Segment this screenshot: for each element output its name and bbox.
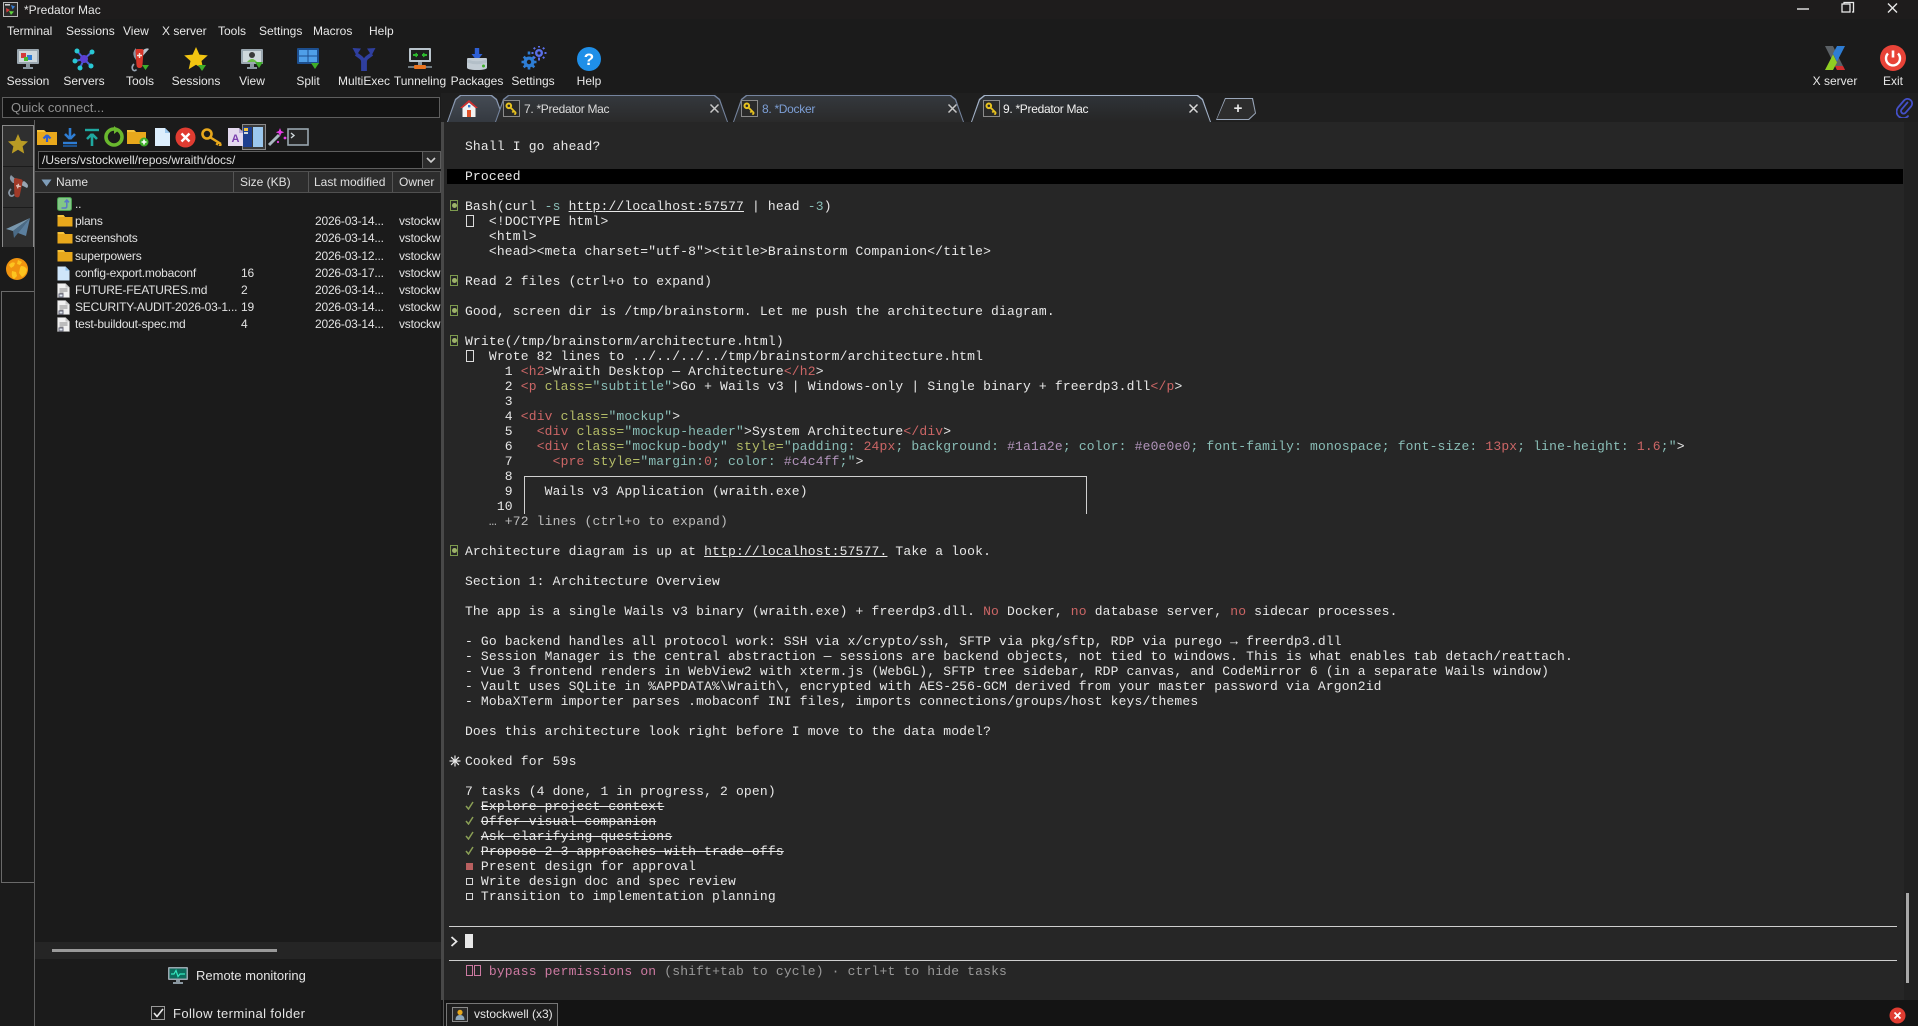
svg-text:?: ? bbox=[584, 50, 594, 69]
svg-text:A: A bbox=[232, 133, 240, 145]
